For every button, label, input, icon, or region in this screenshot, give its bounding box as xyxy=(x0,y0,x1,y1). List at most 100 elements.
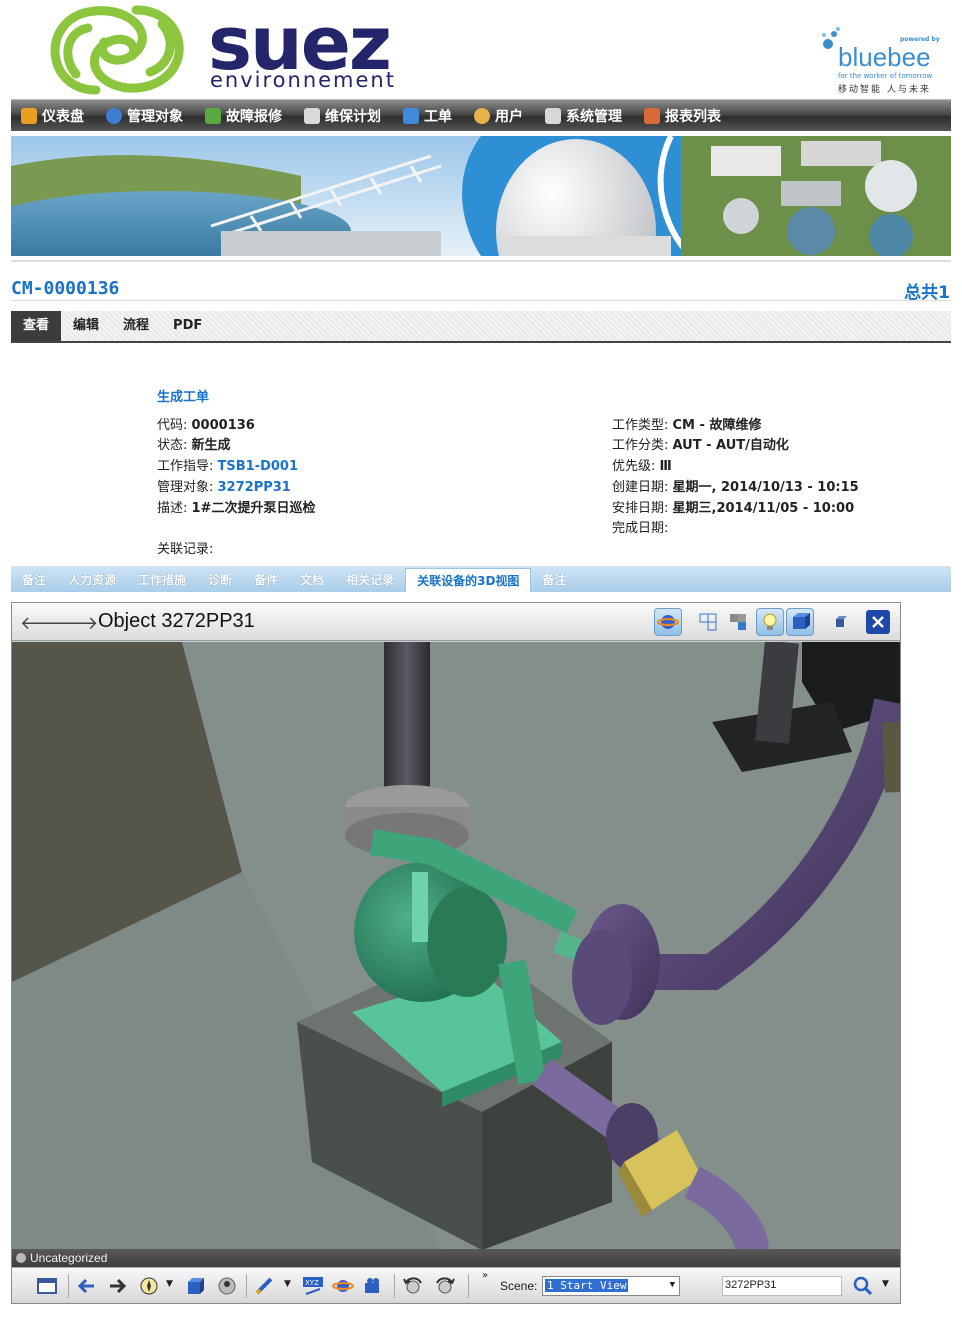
banner-divider xyxy=(11,260,951,262)
subtab-related-records[interactable]: 相关记录 xyxy=(335,568,405,592)
planet-icon[interactable] xyxy=(332,1276,354,1296)
field-work-category: 工作分类: AUT - AUT/自动化 xyxy=(612,434,789,453)
compass-icon[interactable] xyxy=(138,1276,160,1296)
chevron-down-icon: ▼ xyxy=(669,1280,675,1290)
tab-edit[interactable]: 编辑 xyxy=(61,311,111,341)
tools-icon xyxy=(545,107,561,124)
field-created-date: 创建日期: 星期一, 2014/10/13 - 10:15 xyxy=(612,476,859,495)
cubes-outline-icon xyxy=(699,613,717,631)
nav-item-reports[interactable]: 报表列表 xyxy=(644,106,721,126)
nav-item-label: 维保计划 xyxy=(325,108,381,125)
forward-arrow-icon[interactable]: 🡒 xyxy=(50,613,98,634)
nav-item-fault-report[interactable]: 故障报修 xyxy=(205,106,282,126)
scene-label: Scene: xyxy=(500,1279,538,1293)
chevron-down-icon[interactable]: ▼ xyxy=(284,1279,291,1289)
field-label: 描述: xyxy=(157,501,192,516)
field-value: 0000136 xyxy=(191,418,255,433)
field-work-type: 工作类型: CM - 故障维修 xyxy=(612,414,761,433)
nav-item-label: 管理对象 xyxy=(127,108,183,125)
subtab-spare-parts[interactable]: 备件 xyxy=(243,568,289,592)
cube-view-icon[interactable] xyxy=(184,1276,206,1296)
field-value: CM - 故障维修 xyxy=(672,418,762,433)
subtab-notes-2[interactable]: 备注 xyxy=(531,568,577,592)
xyz-axes-icon[interactable]: XYZ xyxy=(302,1276,324,1296)
toolbar-separator xyxy=(68,1274,69,1298)
work-guide-link[interactable]: TSB1-D001 xyxy=(218,459,299,474)
dashboard-icon xyxy=(21,107,37,124)
tab-pdf[interactable]: PDF xyxy=(161,311,214,341)
3d-scene[interactable] xyxy=(12,642,900,1250)
subtab-diagnosis[interactable]: 诊断 xyxy=(197,568,243,592)
viewer-title: Object 3272PP31 xyxy=(98,610,255,632)
scene-status-bar: Uncategorized xyxy=(12,1249,900,1267)
managed-object-link[interactable]: 3272PP31 xyxy=(218,480,291,495)
partner-logo: powered by bluebee for the worker of tom… xyxy=(818,22,948,98)
wrench-icon xyxy=(205,107,221,124)
related-records-label: 关联记录: xyxy=(157,542,214,557)
field-work-guide: 工作指导: TSB1-D001 xyxy=(157,455,298,474)
flag-icon xyxy=(403,107,419,124)
solid-view-button[interactable] xyxy=(786,608,814,636)
nav-item-label: 故障报修 xyxy=(226,108,282,125)
cube-blue-icon xyxy=(793,613,810,629)
subtab-human-resources[interactable]: 人力资源 xyxy=(57,568,127,592)
title-divider xyxy=(11,300,951,301)
chevron-down-icon[interactable]: ▼ xyxy=(882,1279,889,1289)
nav-item-maintenance-plan[interactable]: 维保计划 xyxy=(304,106,381,126)
camera-icon[interactable] xyxy=(362,1276,384,1296)
partner-name: bluebee xyxy=(838,42,931,72)
subtab-documents[interactable]: 文档 xyxy=(289,568,335,592)
shaded-button[interactable] xyxy=(724,608,752,636)
section-title: 生成工单 xyxy=(157,390,210,405)
record-id: CM-0000136 xyxy=(11,278,120,299)
subtab-3d-view[interactable]: 关联设备的3D视图 xyxy=(405,568,532,592)
tab-workflow[interactable]: 流程 xyxy=(111,311,161,341)
map-pin-icon[interactable] xyxy=(216,1276,238,1296)
measure-icon[interactable] xyxy=(254,1276,276,1296)
nav-item-work-orders[interactable]: 工单 xyxy=(403,106,452,126)
tab-view[interactable]: 查看 xyxy=(11,311,62,341)
toolbar-expand-icon[interactable]: » xyxy=(482,1270,488,1281)
back-icon[interactable] xyxy=(76,1276,98,1296)
field-label: 代码: xyxy=(157,418,192,433)
window-icon[interactable] xyxy=(36,1276,58,1296)
small-cube-icon xyxy=(836,616,847,627)
field-label: 创建日期: xyxy=(612,480,673,495)
field-value: AUT - AUT/自动化 xyxy=(672,438,789,453)
light-toggle-button[interactable] xyxy=(756,608,784,636)
toolbar-separator xyxy=(394,1274,395,1298)
viewer-toolbar-top: 🡐 🡒 Object 3272PP31 xyxy=(12,603,900,641)
wireframe-button[interactable] xyxy=(694,608,722,636)
scene-select[interactable]: 1 Start View ▼ xyxy=(542,1276,680,1296)
nav-item-label: 仪表盘 xyxy=(42,108,84,125)
rotate-left-icon[interactable] xyxy=(402,1276,424,1296)
field-label: 工作类型: xyxy=(612,418,673,433)
subtab-notes[interactable]: 备注 xyxy=(11,568,57,592)
nav-item-users[interactable]: 用户 xyxy=(474,106,523,126)
close-icon xyxy=(872,616,884,628)
status-dot-icon xyxy=(16,1253,26,1263)
search-icon[interactable] xyxy=(852,1276,874,1296)
field-status: 状态: 新生成 xyxy=(157,434,231,453)
field-managed-object: 管理对象: 3272PP31 xyxy=(157,476,291,495)
brand-subtitle: environnement xyxy=(210,68,396,92)
nav-item-dashboard[interactable]: 仪表盘 xyxy=(21,106,84,126)
detail-subtabs: 备注 人力资源 工作措施 诊断 备件 文档 相关记录 关联设备的3D视图 备注 xyxy=(11,566,951,592)
scene-category: Uncategorized xyxy=(30,1251,108,1265)
nav-item-managed-objects[interactable]: 管理对象 xyxy=(106,106,183,126)
object-search-input[interactable]: 3272PP31 xyxy=(722,1276,842,1296)
nav-item-label: 用户 xyxy=(495,108,523,125)
nav-item-system-admin[interactable]: 系统管理 xyxy=(545,106,622,126)
field-label: 优先级: xyxy=(612,459,660,474)
forward-icon[interactable] xyxy=(106,1276,128,1296)
chevron-down-icon[interactable]: ▼ xyxy=(166,1279,173,1289)
reset-view-button[interactable] xyxy=(826,608,854,636)
close-viewer-button[interactable] xyxy=(866,610,890,634)
planet-view-button[interactable] xyxy=(654,608,682,636)
globe-icon xyxy=(106,107,122,124)
main-nav: 仪表盘 管理对象 故障报修 维保计划 工单 用户 系统管理 报表列表 xyxy=(11,99,951,131)
calendar-icon xyxy=(304,107,320,124)
rotate-right-icon[interactable] xyxy=(434,1276,456,1296)
subtab-work-measures[interactable]: 工作措施 xyxy=(127,568,197,592)
field-value: 1#二次提升泵日巡检 xyxy=(191,501,316,516)
